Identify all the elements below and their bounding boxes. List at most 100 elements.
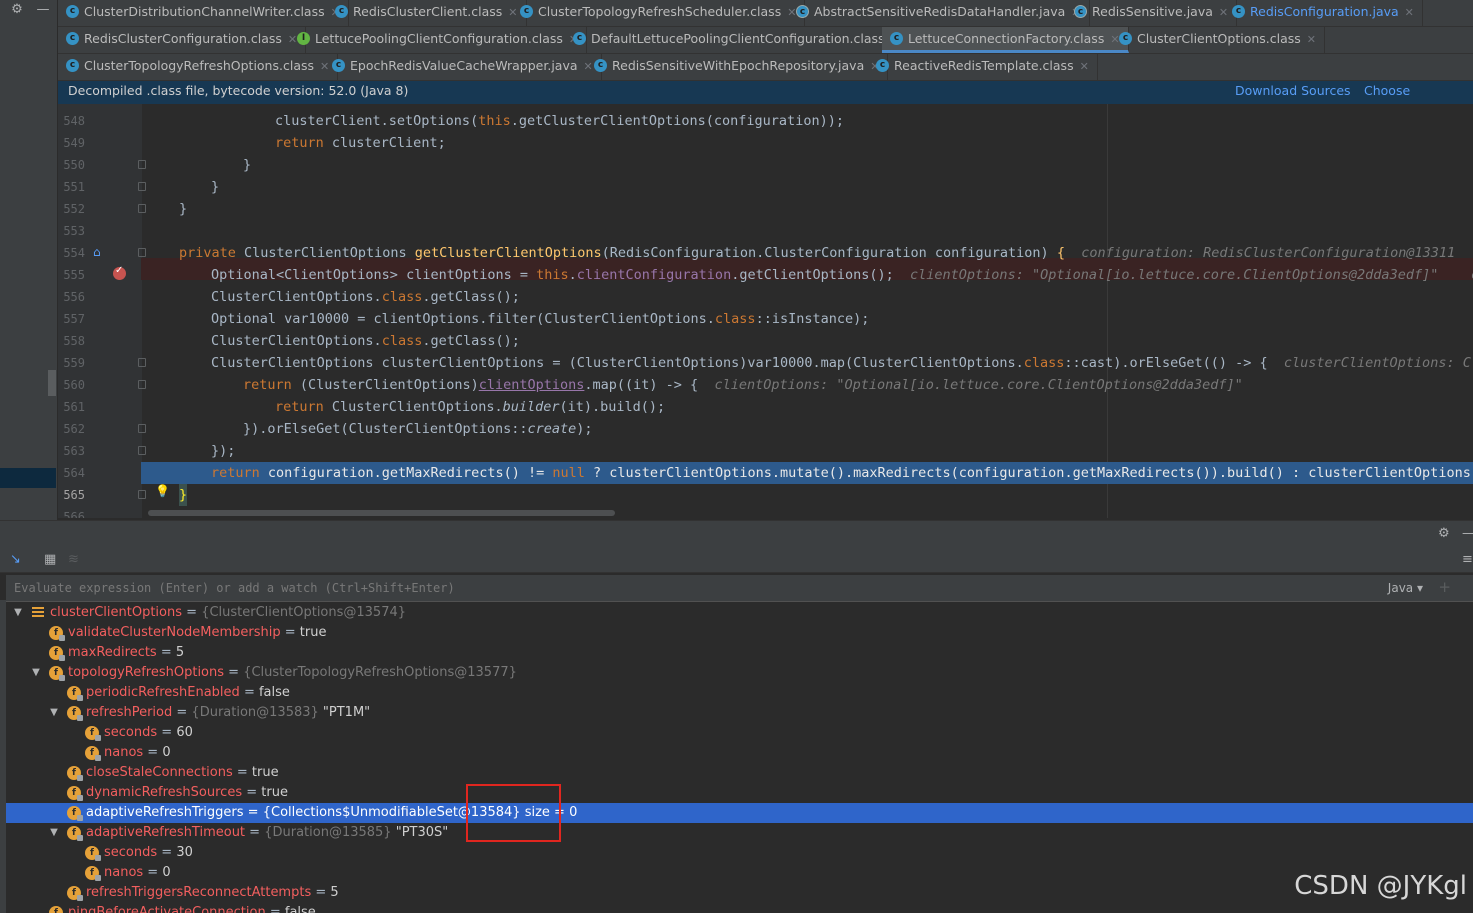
variable-node[interactable]: f seconds = 30 xyxy=(6,843,1473,863)
variable-reference: {ClusterTopologyRefreshOptions@13577} xyxy=(243,665,517,680)
tab-default-lettuce-pooling-client-configuration[interactable]: c DefaultLettucePoolingClientConfiguratio… xyxy=(565,27,909,53)
code-line: 557 Optional var10000 = clientOptions.fil… xyxy=(63,311,870,327)
variable-node[interactable]: f maxRedirects = 5 xyxy=(6,643,1473,663)
tab-abstract-sensitive-redis-data-handler[interactable]: cAbstractSensitiveRedisDataHandler.java✕ xyxy=(788,0,1090,26)
variable-value: true xyxy=(251,765,279,780)
evaluate-expression-bar[interactable]: Evaluate expression (Enter) or add a wat… xyxy=(6,575,1473,602)
variable-value: true xyxy=(261,785,288,800)
close-icon[interactable]: ✕ xyxy=(1080,60,1089,73)
tab-cluster-topology-refresh-scheduler[interactable]: c ClusterTopologyRefreshScheduler.class ✕ xyxy=(512,0,806,26)
menu-icon[interactable]: ≡ xyxy=(1462,552,1473,567)
variable-value: true xyxy=(299,625,327,640)
editor-horizontal-scrollbar[interactable] xyxy=(148,510,615,516)
gear-icon[interactable]: ⚙ xyxy=(1438,526,1450,541)
fold-marker-icon[interactable] xyxy=(138,380,146,389)
evaluate-expression-input[interactable]: Evaluate expression (Enter) or add a wat… xyxy=(14,581,455,595)
minimize-icon[interactable]: — xyxy=(34,2,52,18)
expand-arrow-icon[interactable]: ▼ xyxy=(12,603,24,623)
code-line: 556 ClusterClientOptions.class.getClass()… xyxy=(63,289,520,305)
variable-name: topologyRefreshOptions xyxy=(68,665,225,680)
field-icon: f xyxy=(85,746,101,761)
variable-node[interactable]: f pingBeforeActivateConnection = false xyxy=(6,903,1473,913)
add-watch-icon[interactable]: + xyxy=(1438,578,1451,596)
step-into-icon[interactable]: ↘ xyxy=(10,552,21,567)
editor-tabs-row-1: cClusterDistributionChannelWriter.class✕… xyxy=(58,0,1473,27)
tab-lettuce-connection-factory[interactable]: c LettuceConnectionFactory.class ✕ xyxy=(882,27,1129,53)
table-view-icon[interactable]: ▦ xyxy=(44,552,56,567)
language-select[interactable]: Java ▾ xyxy=(1388,581,1423,595)
field-icon: f xyxy=(49,906,63,913)
code-line: 551} xyxy=(63,179,220,195)
variable-node[interactable]: f seconds = 60 xyxy=(6,723,1473,743)
variable-node[interactable]: f adaptiveRefreshTriggers = {Collections$… xyxy=(6,803,1473,823)
tab-redis-sensitive[interactable]: c RedisSensitive.java ✕ xyxy=(1066,0,1238,26)
variable-node[interactable]: f nanos = 0 xyxy=(6,863,1473,883)
close-icon[interactable]: ✕ xyxy=(1307,33,1316,46)
field-icon: f xyxy=(67,786,83,801)
code-line: 561 return ClusterClientOptions.builder(i… xyxy=(63,399,666,415)
tab-cluster-distribution-channel-writer[interactable]: cClusterDistributionChannelWriter.class✕ xyxy=(58,0,349,26)
fold-marker-icon[interactable] xyxy=(138,204,146,213)
variable-node[interactable]: ▼ clusterClientOptions = {ClusterClientOp… xyxy=(6,603,1473,623)
code-line: 552} xyxy=(63,201,188,217)
field-icon: f xyxy=(67,806,83,821)
variable-value: 5 xyxy=(175,645,185,660)
close-icon[interactable]: ✕ xyxy=(1405,6,1414,19)
restore-layout-icon[interactable]: ≋ xyxy=(68,552,79,567)
breakpoint-icon[interactable] xyxy=(113,265,126,280)
expand-arrow-icon[interactable]: ▼ xyxy=(48,823,60,843)
variable-name: seconds xyxy=(104,725,158,740)
equals-sign: = xyxy=(243,805,263,820)
variable-name: closeStaleConnections xyxy=(86,765,233,780)
watermark: CSDN @JYKgl xyxy=(1294,871,1467,901)
code-editor[interactable]: 548 clusterClient.setOptions(this.getClus… xyxy=(58,104,1473,518)
fold-marker-icon[interactable] xyxy=(138,160,146,169)
lightbulb-icon[interactable]: 💡 xyxy=(155,484,170,498)
list-icon xyxy=(32,607,44,619)
fold-marker-icon[interactable] xyxy=(138,358,146,367)
expand-arrow-icon[interactable]: ▼ xyxy=(48,703,60,723)
equals-sign: = xyxy=(239,685,259,700)
variable-name: validateClusterNodeMembership xyxy=(68,625,281,640)
tab-redis-cluster-configuration[interactable]: c RedisClusterConfiguration.class ✕ xyxy=(58,27,307,53)
fold-marker-icon[interactable] xyxy=(138,182,146,191)
gear-icon[interactable]: ⚙ xyxy=(8,2,26,18)
variables-tree: ▼ clusterClientOptions = {ClusterClientOp… xyxy=(6,602,1473,913)
tab-lettuce-pooling-client-configuration[interactable]: I LettucePoolingClientConfiguration.class… xyxy=(289,27,588,53)
tab-cluster-topology-refresh-options[interactable]: c ClusterTopologyRefreshOptions.class ✕ xyxy=(58,54,339,80)
tab-redis-sensitive-with-epoch-repository[interactable]: c RedisSensitiveWithEpochRepository.java ✕ xyxy=(586,54,889,80)
download-sources-link[interactable]: Download Sources xyxy=(1235,81,1351,101)
tab-reactive-redis-template[interactable]: c ReactiveRedisTemplate.class ✕ xyxy=(868,54,1098,80)
fold-marker-icon[interactable] xyxy=(138,490,146,499)
variable-node[interactable]: f periodicRefreshEnabled = false xyxy=(6,683,1473,703)
field-icon: f xyxy=(85,866,101,881)
equals-sign: = xyxy=(311,885,331,900)
minimize-icon[interactable]: — xyxy=(1462,526,1473,541)
side-scroll-thumb[interactable] xyxy=(48,370,56,396)
variable-node[interactable]: f validateClusterNodeMembership = true xyxy=(6,623,1473,643)
code-line-breakpoint: 555 Optional<ClientOptions> clientOptions… xyxy=(63,267,1473,283)
overrides-method-icon[interactable]: ⌂ xyxy=(93,245,101,259)
variable-node[interactable]: ▼ f refreshPeriod = {Duration@13583} "PT1M… xyxy=(6,703,1473,723)
field-icon: f xyxy=(49,646,65,661)
tab-redis-configuration[interactable]: c RedisConfiguration.java ✕ xyxy=(1224,0,1423,26)
variable-node[interactable]: f nanos = 0 xyxy=(6,743,1473,763)
variable-name: pingBeforeActivateConnection xyxy=(68,905,266,913)
variable-node[interactable]: f closeStaleConnections = true xyxy=(6,763,1473,783)
tab-epoch-redis-value-cache-wrapper[interactable]: c EpochRedisValueCacheWrapper.java ✕ xyxy=(324,54,602,80)
variable-node[interactable]: f refreshTriggersReconnectAttempts = 5 xyxy=(6,883,1473,903)
class-icon: c xyxy=(573,32,586,45)
field-icon: f xyxy=(67,826,83,841)
tab-redis-cluster-client[interactable]: c RedisClusterClient.class ✕ xyxy=(327,0,527,26)
field-icon: f xyxy=(67,886,83,901)
tab-cluster-client-options[interactable]: c ClusterClientOptions.class ✕ xyxy=(1111,27,1326,53)
variable-value: 30 xyxy=(176,845,193,860)
fold-marker-icon[interactable] xyxy=(138,424,146,433)
variable-reference: {ClusterClientOptions@13574} xyxy=(201,605,407,620)
fold-marker-icon[interactable] xyxy=(138,248,146,257)
variable-node[interactable]: f dynamicRefreshSources = true xyxy=(6,783,1473,803)
variable-node[interactable]: ▼ f adaptiveRefreshTimeout = {Duration@135… xyxy=(6,823,1473,843)
variable-node[interactable]: ▼ f topologyRefreshOptions = {ClusterTopol… xyxy=(6,663,1473,683)
expand-arrow-icon[interactable]: ▼ xyxy=(30,663,42,683)
fold-marker-icon[interactable] xyxy=(138,446,146,455)
